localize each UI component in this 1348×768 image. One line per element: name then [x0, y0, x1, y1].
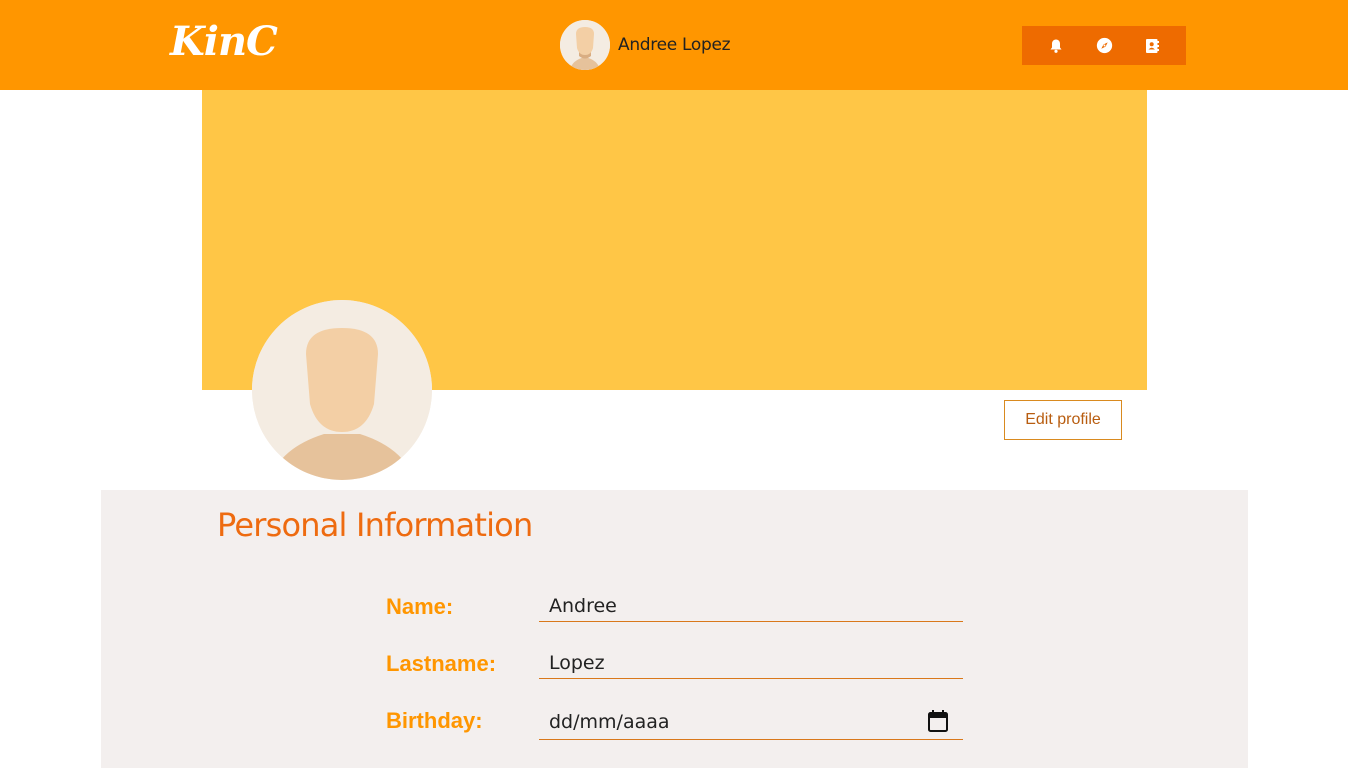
- lastname-label: Lastname:: [386, 651, 497, 676]
- nav-icon-group: [1022, 26, 1186, 65]
- birthday-input[interactable]: dd/mm/aaaa: [539, 704, 963, 740]
- app-logo[interactable]: KinC: [170, 18, 278, 65]
- user-name[interactable]: Andree Lopez: [618, 35, 731, 55]
- name-label: Name:: [386, 594, 454, 619]
- user-avatar[interactable]: [560, 20, 610, 70]
- avatar-placeholder-icon: [560, 20, 610, 70]
- birthday-placeholder: dd/mm/aaaa: [549, 710, 670, 733]
- name-input[interactable]: Andree: [539, 590, 963, 622]
- personal-information-panel: Personal Information Name: Andree Lastna…: [101, 490, 1248, 768]
- name-field-row: Name: Andree: [386, 590, 966, 630]
- contacts-icon[interactable]: [1142, 36, 1162, 56]
- bell-icon[interactable]: [1046, 36, 1066, 56]
- birthday-label: Birthday:: [386, 708, 483, 733]
- edit-profile-button[interactable]: Edit profile: [1004, 400, 1122, 440]
- lastname-input[interactable]: Lopez: [539, 647, 963, 679]
- section-title: Personal Information: [217, 506, 533, 544]
- profile-avatar[interactable]: [252, 300, 432, 480]
- current-user-chip[interactable]: Andree Lopez: [560, 20, 731, 70]
- lastname-field-row: Lastname: Lopez: [386, 647, 966, 687]
- compass-icon[interactable]: [1094, 36, 1114, 56]
- top-navigation-bar: KinC Andree Lopez: [0, 0, 1348, 90]
- birthday-field-row: Birthday: dd/mm/aaaa: [386, 704, 966, 744]
- avatar-placeholder-icon: [252, 300, 432, 480]
- calendar-icon[interactable]: [928, 710, 948, 732]
